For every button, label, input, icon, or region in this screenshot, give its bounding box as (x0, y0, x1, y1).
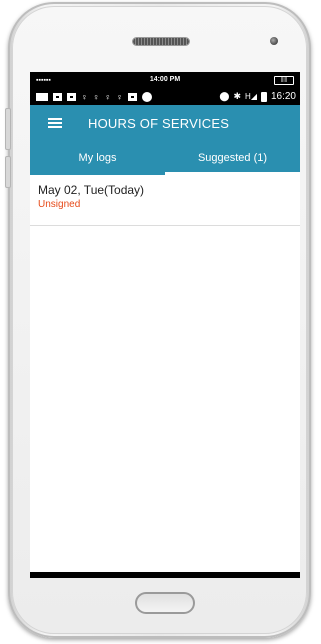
physical-home-button[interactable] (135, 592, 195, 614)
android-status-bar: ♀ ♀ ♀ ♀ ⬤ ✱ H◢ 16:20 (30, 88, 300, 105)
phone-side-button-top (5, 108, 11, 150)
location-icon: ⬤ (219, 91, 230, 101)
simulator-status-bar: ▪▪▪▪▪▪ 14:00 PM ||||| (30, 72, 300, 88)
signal-label: H (245, 92, 251, 101)
sim-time: 14:00 PM (149, 76, 181, 83)
tab-my-logs[interactable]: My logs (30, 141, 165, 175)
phone-speaker (133, 38, 189, 45)
phone-camera (270, 37, 278, 45)
status-clock: 16:20 (270, 91, 296, 102)
record-icon (142, 91, 152, 102)
bulb-icon: ♀ (104, 91, 112, 102)
bulb-icon: ♀ (81, 91, 88, 102)
android-nav-bar (30, 572, 300, 578)
log-status: Unsigned (38, 199, 81, 210)
tab-suggested[interactable]: Suggested (1) (165, 141, 300, 175)
phone-side-button-bottom (5, 156, 11, 188)
device-screen: ▪▪▪▪▪▪ 14:00 PM ||||| ♀ ♀ ♀ ♀ ⬤ ✱ H◢ 16:… (30, 72, 300, 578)
signal-icon: H◢ (245, 92, 257, 101)
bulb-icon: ♀ (92, 91, 100, 102)
calendar-icon (67, 92, 76, 101)
app-title: HOURS OF SERVICES (88, 115, 230, 131)
menu-icon[interactable] (48, 118, 62, 128)
battery-icon (260, 91, 267, 102)
log-date: May 02, Tue(Today) (38, 183, 145, 197)
notification-icon (36, 92, 48, 101)
calendar-icon (53, 92, 62, 101)
image-icon (128, 92, 137, 101)
log-list: May 02, Tue(Today) Unsigned (30, 175, 300, 572)
sim-battery-icon: ||||| (274, 76, 294, 85)
bluetooth-icon: ✱ (233, 91, 242, 101)
app-bar: HOURS OF SERVICES (30, 105, 300, 141)
bulb-icon: ♀ (116, 91, 123, 102)
tab-bar: My logs Suggested (1) (30, 141, 300, 175)
list-item[interactable]: May 02, Tue(Today) Unsigned (30, 175, 300, 226)
